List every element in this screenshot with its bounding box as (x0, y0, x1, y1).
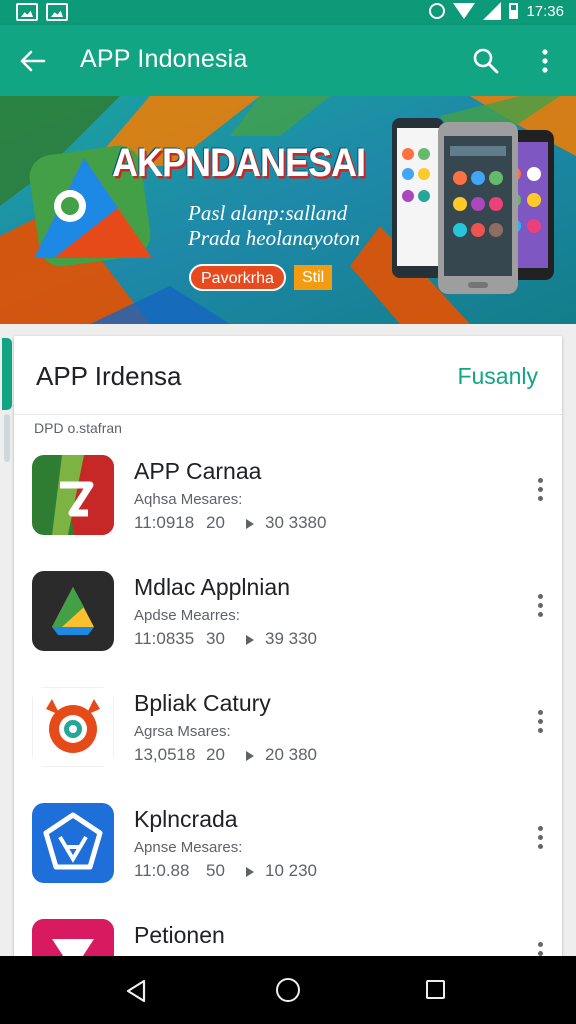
app-stat-2: 30 (206, 629, 225, 648)
app-name: Petionen (134, 922, 225, 948)
banner-primary-button[interactable]: Pavorkrha (189, 264, 286, 291)
play-icon (246, 635, 254, 645)
app-stat-3: 39 330 (265, 629, 317, 648)
banner-secondary-button[interactable]: Stil (294, 265, 333, 290)
app-stat-3: 10 230 (265, 861, 317, 880)
list-item[interactable]: Kplncrada Apnse Mesares: 11:0.88 50 10 2… (14, 784, 562, 901)
battery-icon (509, 3, 519, 19)
app-petionen-icon (32, 919, 114, 956)
list-item[interactable]: Mdlac Applnian Apdse Mearres: 11:0835 30… (14, 552, 562, 669)
app-subtitle: Aqhsa Mesares: (134, 491, 243, 508)
list-header-action[interactable]: Fusanly (457, 363, 538, 390)
app-name: Mdlac Applnian (134, 574, 290, 600)
more-vert-icon[interactable] (536, 710, 544, 740)
card-accent-bar (2, 338, 12, 410)
play-icon (246, 519, 254, 529)
play-icon (246, 867, 254, 877)
nav-back-icon[interactable] (124, 978, 150, 1004)
image-notification-icon (46, 3, 68, 21)
page-title: APP Indonesia (80, 45, 248, 73)
app-name: Kplncrada (134, 806, 238, 832)
app-kplncrada-icon (32, 803, 114, 883)
more-vert-icon[interactable] (536, 826, 544, 856)
search-icon[interactable] (472, 47, 500, 75)
app-stat-1: 13,0518 (134, 745, 196, 764)
nav-recents-icon[interactable] (426, 980, 445, 999)
app-list-card: APP Irdensa Fusanly DPD o.stafran APP Ca… (14, 336, 562, 956)
cell-signal-icon (483, 2, 502, 20)
app-stat-2: 50 (206, 861, 225, 880)
more-vert-icon[interactable] (536, 478, 544, 508)
more-vert-icon[interactable] (531, 47, 559, 75)
banner-brand-text: AKPNDANESAI (112, 139, 366, 185)
gallery-notification-icon (16, 3, 38, 21)
app-subtitle: Apdse Mearres: (134, 607, 240, 624)
wifi-icon (453, 3, 476, 19)
back-arrow-icon[interactable] (18, 47, 48, 75)
app-stat-3: 20 380 (265, 745, 317, 764)
more-vert-icon[interactable] (536, 942, 544, 956)
app-name: APP Carnaa (134, 458, 262, 484)
app-stat-1: 11:0835 (134, 629, 195, 648)
scroll-indicator (4, 414, 10, 462)
banner-tagline-2: Prada heolanayoton (188, 226, 361, 250)
banner-tagline-1: Pasl alanp:salland (188, 201, 348, 225)
list-item[interactable]: APP Carnaa Aqhsa Mesares: 11:0918 20 30 … (14, 436, 562, 553)
list-item[interactable]: Bpliak Catury Agrsa Msares: 13,0518 20 2… (14, 668, 562, 785)
alarm-icon (429, 3, 446, 19)
app-subtitle: Agrsa Msares: (134, 723, 231, 740)
app-stat-2: 20 (206, 513, 225, 532)
divider (14, 414, 562, 415)
status-bar: 17:36 (0, 0, 576, 25)
app-bar: APP Indonesia (0, 25, 576, 96)
app-carnaa-icon (32, 455, 114, 535)
app-bpliak-icon (32, 687, 114, 767)
app-name: Bpliak Catury (134, 690, 271, 716)
list-subheader: DPD o.stafran (34, 420, 122, 436)
app-stat-1: 11:0.88 (134, 861, 190, 880)
system-nav-bar (0, 956, 576, 1024)
status-time: 17:36 (526, 2, 564, 20)
app-subtitle: Apnse Mesares: (134, 839, 243, 856)
more-vert-icon[interactable] (536, 594, 544, 624)
app-stat-3: 30 3380 (265, 513, 327, 532)
nav-home-icon[interactable] (276, 978, 300, 1002)
list-item[interactable]: Petionen (14, 900, 562, 956)
status-notification-icons (16, 3, 68, 21)
list-title: APP Irdensa (36, 361, 182, 391)
play-icon (246, 751, 254, 761)
app-stat-2: 20 (206, 745, 225, 764)
status-system-icons: 17:36 (429, 2, 564, 20)
app-mdlac-icon (32, 571, 114, 651)
app-stat-1: 11:0918 (134, 513, 195, 532)
